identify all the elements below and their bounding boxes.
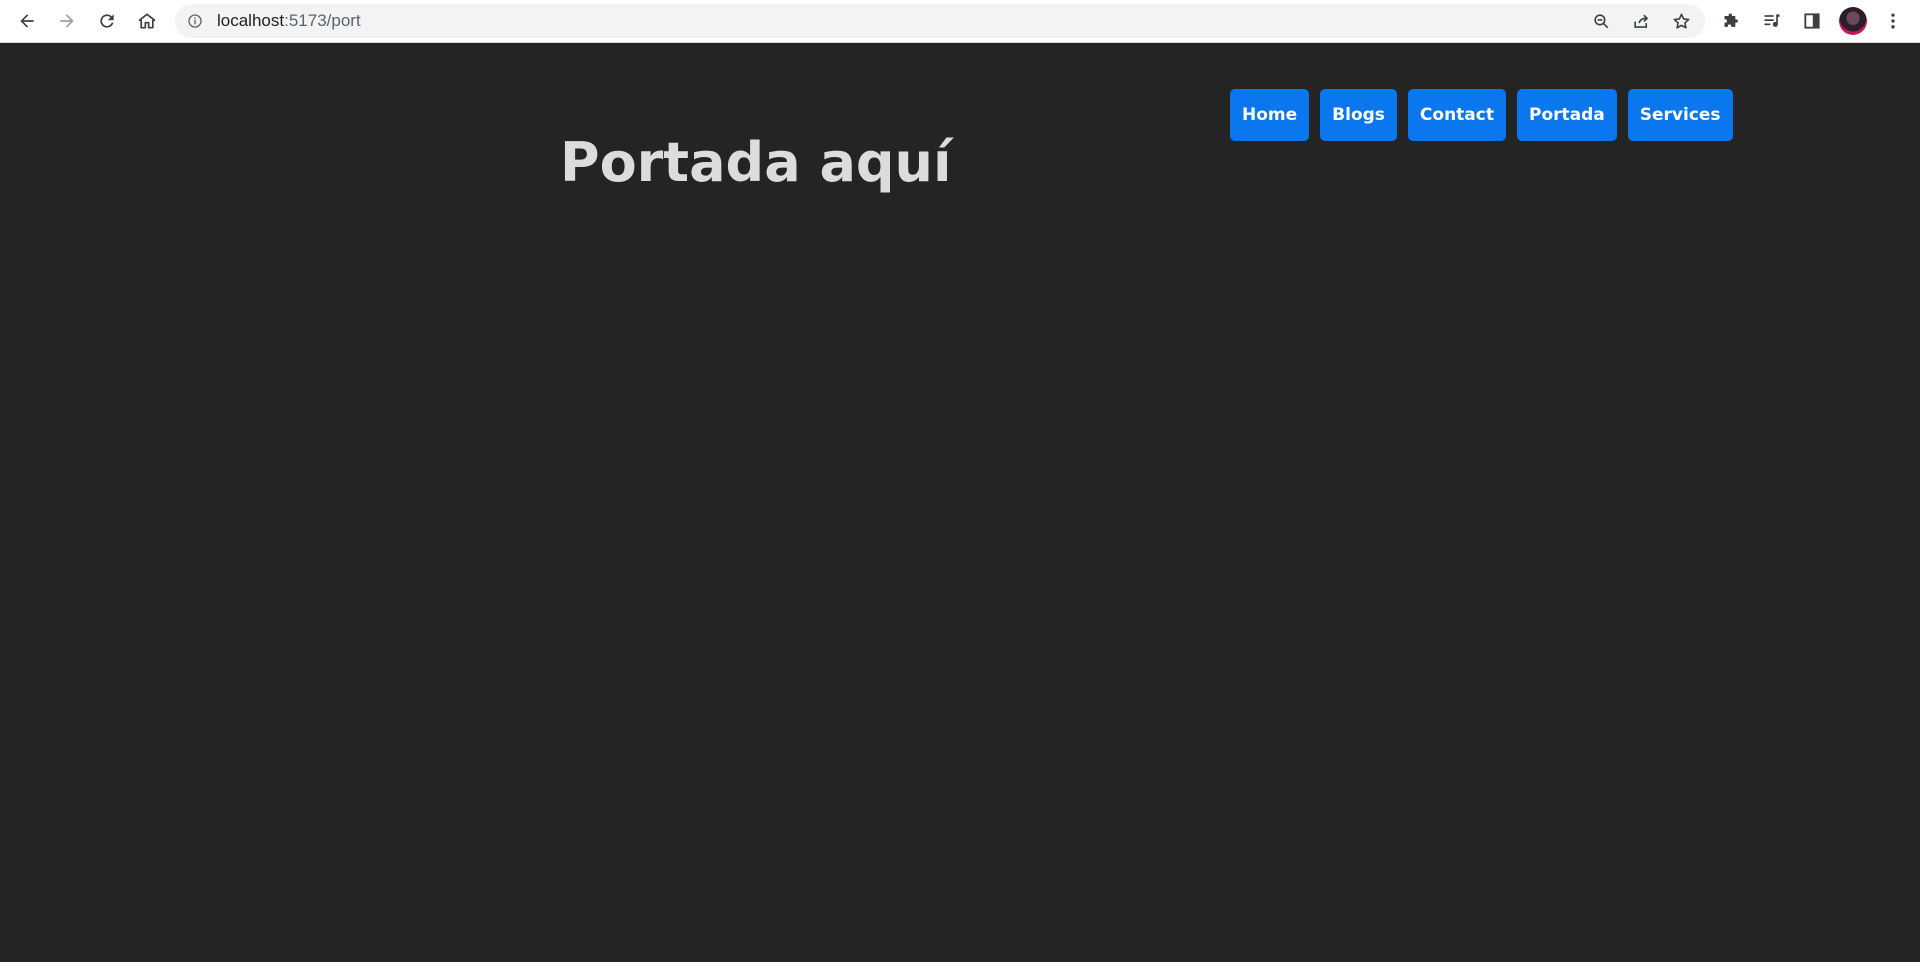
reload-button[interactable]	[90, 4, 124, 38]
url-path: :5173/port	[284, 11, 361, 30]
star-icon[interactable]	[1668, 8, 1694, 34]
arrow-right-icon	[60, 14, 74, 28]
media-control-icon	[1764, 14, 1780, 27]
share-icon[interactable]	[1628, 8, 1654, 34]
zoom-out-icon[interactable]	[1588, 8, 1614, 34]
arrow-left-icon	[20, 14, 34, 28]
forward-button[interactable]	[50, 4, 84, 38]
url-text[interactable]: localhost:5173/port	[217, 4, 361, 38]
avatar[interactable]	[1839, 7, 1867, 35]
extensions-button[interactable]	[1715, 4, 1749, 38]
reload-icon	[100, 14, 114, 28]
media-control-button[interactable]	[1755, 4, 1789, 38]
side-panel-icon	[1804, 13, 1820, 29]
nav-button-blogs[interactable]: Blogs	[1320, 89, 1397, 141]
kebab-menu-icon	[1891, 13, 1895, 29]
page-title: Portada aquí	[560, 131, 952, 194]
address-bar[interactable]: localhost:5173/port	[175, 4, 1705, 38]
menu-button[interactable]	[1876, 4, 1910, 38]
nav-button-services[interactable]: Services	[1627, 89, 1733, 141]
nav-button-contact[interactable]: Contact	[1407, 89, 1506, 141]
url-host: localhost	[217, 11, 285, 30]
nav-bar: Home Blogs Contact Portada Services	[1230, 89, 1733, 141]
home-icon	[138, 13, 156, 29]
back-button[interactable]	[10, 4, 44, 38]
nav-button-portada[interactable]: Portada	[1516, 89, 1617, 141]
browser-toolbar: localhost:5173/port	[0, 0, 1920, 43]
home-button[interactable]	[130, 4, 164, 38]
side-panel-button[interactable]	[1795, 4, 1829, 38]
nav-button-home[interactable]: Home	[1230, 89, 1310, 141]
puzzle-icon	[1724, 13, 1738, 27]
info-icon[interactable]	[185, 11, 205, 31]
